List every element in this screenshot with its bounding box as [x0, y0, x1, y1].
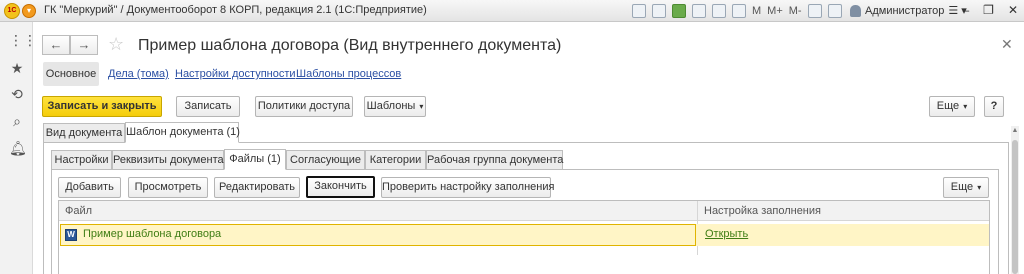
user-menu[interactable]: Администратор ☰ ▾ [850, 4, 967, 17]
app-logo-icon: 1С [4, 3, 20, 19]
save-button[interactable]: Записать [176, 96, 240, 117]
word-document-icon: W [65, 229, 77, 241]
chevron-down-icon: ▾ [977, 183, 982, 192]
add-file-button[interactable]: Добавить [58, 177, 121, 198]
close-window-icon[interactable]: ✕ [1008, 3, 1018, 17]
link-icon[interactable] [692, 4, 706, 18]
grid-icon[interactable] [652, 4, 666, 18]
scrollbar-thumb[interactable] [1012, 140, 1018, 274]
memory-button[interactable]: M [752, 5, 761, 17]
arrow-left-icon: ← [49, 37, 63, 52]
link-main[interactable]: Основное [43, 62, 99, 86]
more-label: Еще [936, 100, 960, 112]
help-button[interactable]: ? [984, 96, 1004, 117]
title-bar: 1С ▾ ГК "Меркурий" / Документооборот 8 К… [0, 0, 1024, 22]
files-more-button[interactable]: Еще ▾ [943, 177, 989, 198]
tab-files[interactable]: Файлы (1) [224, 149, 286, 170]
forward-button[interactable]: → [70, 35, 98, 55]
scroll-up-icon[interactable]: ▲ [1011, 126, 1019, 136]
files-table: Файл Настройка заполнения W Пример шабло… [58, 200, 990, 274]
user-icon [850, 4, 861, 17]
finish-editing-button[interactable]: Закончить [306, 176, 375, 198]
minimize-icon[interactable]: – [962, 3, 969, 17]
tab-document-kind[interactable]: Вид документа [43, 123, 125, 143]
sections-panel: ⋮⋮ ★ ⟲ ⌕ 🔔︎ [0, 22, 37, 274]
templates-button[interactable]: Шаблоны ▾ [364, 96, 426, 117]
files-more-label: Еще [950, 181, 974, 193]
column-fill-setting[interactable]: Настройка заполнения [704, 205, 821, 217]
search-icon[interactable]: ⌕ [9, 113, 25, 129]
download-icon[interactable] [672, 4, 686, 18]
tab-categories[interactable]: Категории [365, 150, 426, 170]
user-name: Администратор [865, 4, 945, 17]
form-title: Пример шаблона договора (Вид внутреннего… [138, 37, 562, 54]
apps-grid-icon[interactable]: ⋮⋮ [9, 32, 37, 48]
link-process-templates[interactable]: Шаблоны процессов [296, 68, 401, 80]
column-file[interactable]: Файл [65, 205, 92, 217]
favorites-star-icon[interactable]: ★ [9, 60, 25, 76]
close-form-icon[interactable]: ✕ [1001, 36, 1013, 53]
print-icon[interactable] [632, 4, 646, 18]
link-access-settings[interactable]: Настройки доступности [175, 68, 296, 80]
view-file-button[interactable]: Просмотреть [128, 177, 208, 198]
arrow-right-icon: → [77, 37, 91, 52]
open-setting-link[interactable]: Открыть [705, 228, 748, 240]
table-row[interactable]: W Пример шаблона договора Открыть [60, 224, 989, 246]
calendar-icon[interactable] [732, 4, 746, 18]
zoom-icon[interactable] [807, 4, 822, 18]
memory-plus-button[interactable]: M+ [767, 5, 783, 17]
chevron-down-icon: ▾ [963, 102, 968, 111]
check-fill-settings-button[interactable]: Проверить настройку заполнения [381, 177, 554, 198]
calculator-icon[interactable] [712, 4, 726, 18]
restore-icon[interactable]: ❐ [983, 3, 994, 17]
main-menu-icon[interactable]: ▾ [22, 4, 36, 18]
edit-file-button[interactable]: Редактировать [214, 177, 300, 198]
history-icon[interactable]: ⟲ [9, 86, 25, 102]
link-cases[interactable]: Дела (тома) [108, 68, 169, 80]
tab-document-requisites[interactable]: Реквизиты документа [112, 150, 224, 170]
tab-document-template[interactable]: Шаблон документа (1) [125, 122, 240, 143]
window-title: ГК "Меркурий" / Документооборот 8 КОРП, … [44, 4, 427, 16]
tab-approvers[interactable]: Согласующие [286, 150, 365, 170]
templates-label: Шаблоны [366, 100, 416, 112]
file-name[interactable]: Пример шаблона договора [83, 228, 221, 240]
chevron-down-icon: ▾ [419, 102, 424, 111]
more-button[interactable]: Еще ▾ [929, 96, 975, 117]
favorite-star-icon[interactable]: ☆ [108, 34, 124, 55]
window-controls: – ❐ ✕ [962, 3, 1018, 17]
back-button[interactable]: ← [42, 35, 70, 55]
table-header: Файл Настройка заполнения [59, 201, 989, 221]
tab-settings[interactable]: Настройки [51, 150, 112, 170]
tab-document-workgroup[interactable]: Рабочая группа документа [426, 150, 563, 170]
save-and-close-button[interactable]: Записать и закрыть [42, 96, 162, 117]
memory-minus-button[interactable]: M- [789, 5, 802, 17]
vertical-scrollbar[interactable]: ▲ [1011, 126, 1019, 274]
title-toolbar: M M+ M- [632, 3, 842, 19]
access-policy-button[interactable]: Политики доступа [255, 96, 353, 117]
notifications-bell-icon[interactable]: 🔔︎ [9, 140, 27, 156]
info-icon[interactable] [827, 4, 842, 18]
